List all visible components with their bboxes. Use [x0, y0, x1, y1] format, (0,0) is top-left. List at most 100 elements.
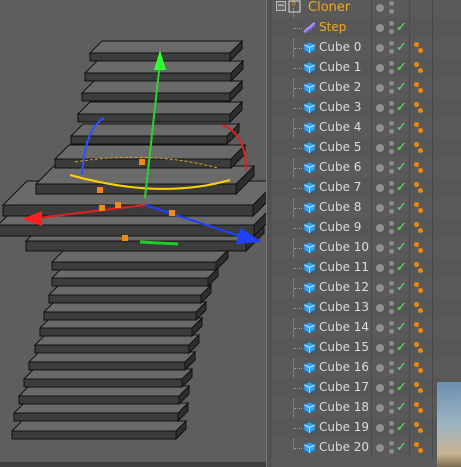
material-tag-icon[interactable] — [414, 262, 424, 274]
material-tag-icon[interactable] — [414, 162, 424, 174]
material-tag-icon[interactable] — [414, 42, 424, 54]
material-tag-icon[interactable] — [414, 422, 424, 434]
visibility-toggle[interactable] — [389, 420, 395, 436]
collapse-toggle[interactable]: − — [276, 1, 286, 11]
tree-item-step[interactable]: Step ✓ — [272, 18, 461, 38]
tree-item-cube[interactable]: Cube 10 ✓ — [272, 238, 461, 258]
tree-item-cube[interactable]: Cube 19 ✓ — [272, 418, 461, 438]
layer-dot[interactable] — [376, 124, 384, 132]
layer-dot[interactable] — [376, 424, 384, 432]
tree-item-cube[interactable]: Cube 16 ✓ — [272, 358, 461, 378]
enabled-checkmark[interactable]: ✓ — [396, 419, 407, 436]
layer-dot[interactable] — [376, 44, 384, 52]
visibility-toggle[interactable] — [389, 240, 395, 256]
material-tag-icon[interactable] — [414, 342, 424, 354]
enabled-checkmark[interactable]: ✓ — [396, 399, 407, 416]
enabled-checkmark[interactable]: ✓ — [396, 99, 407, 116]
3d-viewport[interactable] — [0, 0, 267, 462]
enabled-checkmark[interactable]: ✓ — [396, 79, 407, 96]
layer-dot[interactable] — [376, 104, 384, 112]
tree-item-cube[interactable]: Cube 3 ✓ — [272, 98, 461, 118]
layer-dot[interactable] — [376, 324, 384, 332]
material-tag-icon[interactable] — [414, 222, 424, 234]
enabled-checkmark[interactable]: ✓ — [396, 279, 407, 296]
enabled-checkmark[interactable]: ✓ — [396, 139, 407, 156]
visibility-toggle[interactable] — [389, 440, 395, 456]
layer-dot[interactable] — [376, 364, 384, 372]
enabled-checkmark[interactable]: ✓ — [396, 359, 407, 376]
visibility-toggle[interactable] — [389, 100, 395, 116]
tree-item-cube[interactable]: Cube 18 ✓ — [272, 398, 461, 418]
tree-item-cube[interactable]: Cube 13 ✓ — [272, 298, 461, 318]
visibility-toggle[interactable] — [389, 320, 395, 336]
tree-item-cube[interactable]: Cube 11 ✓ — [272, 258, 461, 278]
enabled-checkmark[interactable]: ✓ — [396, 299, 407, 316]
tree-item-cloner[interactable]: −0 Cloner — [272, 0, 461, 18]
enabled-checkmark[interactable]: ✓ — [396, 339, 407, 356]
material-tag-icon[interactable] — [414, 102, 424, 114]
layer-dot[interactable] — [376, 24, 384, 32]
layer-dot[interactable] — [376, 164, 384, 172]
enabled-checkmark[interactable]: ✓ — [396, 59, 407, 76]
visibility-toggle[interactable] — [389, 60, 395, 76]
visibility-toggle[interactable] — [389, 180, 395, 196]
material-tag-icon[interactable] — [414, 82, 424, 94]
layer-dot[interactable] — [376, 184, 384, 192]
visibility-toggle[interactable] — [389, 340, 395, 356]
visibility-toggle[interactable] — [389, 300, 395, 316]
visibility-toggle[interactable] — [389, 80, 395, 96]
tree-item-cube[interactable]: Cube 4 ✓ — [272, 118, 461, 138]
visibility-toggle[interactable] — [389, 140, 395, 156]
material-tag-icon[interactable] — [414, 62, 424, 74]
enabled-checkmark[interactable]: ✓ — [396, 219, 407, 236]
material-tag-icon[interactable] — [414, 122, 424, 134]
material-tag-icon[interactable] — [414, 302, 424, 314]
tree-item-cube[interactable]: Cube 12 ✓ — [272, 278, 461, 298]
enabled-checkmark[interactable]: ✓ — [396, 199, 407, 216]
visibility-toggle[interactable] — [389, 160, 395, 176]
enabled-checkmark[interactable]: ✓ — [396, 179, 407, 196]
visibility-toggle[interactable] — [389, 220, 395, 236]
visibility-toggle[interactable] — [389, 0, 395, 16]
layer-dot[interactable] — [376, 64, 384, 72]
material-preview-thumbnail[interactable] — [437, 382, 461, 467]
visibility-toggle[interactable] — [389, 120, 395, 136]
layer-dot[interactable] — [376, 244, 384, 252]
material-tag-icon[interactable] — [414, 202, 424, 214]
layer-dot[interactable] — [376, 144, 384, 152]
visibility-toggle[interactable] — [389, 260, 395, 276]
visibility-toggle[interactable] — [389, 20, 395, 36]
layer-dot[interactable] — [376, 304, 384, 312]
tree-item-cube[interactable]: Cube 2 ✓ — [272, 78, 461, 98]
layer-dot[interactable] — [376, 84, 384, 92]
layer-dot[interactable] — [376, 444, 384, 452]
tree-item-cube[interactable]: Cube 5 ✓ — [272, 138, 461, 158]
visibility-toggle[interactable] — [389, 380, 395, 396]
tree-item-cube[interactable]: Cube 15 ✓ — [272, 338, 461, 358]
visibility-toggle[interactable] — [389, 200, 395, 216]
material-tag-icon[interactable] — [414, 242, 424, 254]
tree-item-cube[interactable]: Cube 7 ✓ — [272, 178, 461, 198]
enabled-checkmark[interactable]: ✓ — [396, 439, 407, 456]
layer-dot[interactable] — [376, 224, 384, 232]
enabled-checkmark[interactable]: ✓ — [396, 379, 407, 396]
layer-dot[interactable] — [376, 404, 384, 412]
tree-item-cube[interactable]: Cube 17 ✓ — [272, 378, 461, 398]
material-tag-icon[interactable] — [414, 282, 424, 294]
visibility-toggle[interactable] — [389, 400, 395, 416]
enabled-checkmark[interactable]: ✓ — [396, 159, 407, 176]
layer-dot[interactable] — [376, 344, 384, 352]
layer-dot[interactable] — [376, 4, 384, 12]
material-tag-icon[interactable] — [414, 322, 424, 334]
enabled-checkmark[interactable]: ✓ — [396, 239, 407, 256]
material-tag-icon[interactable] — [414, 442, 424, 454]
tree-item-cube[interactable]: Cube 14 ✓ — [272, 318, 461, 338]
material-tag-icon[interactable] — [414, 362, 424, 374]
enabled-checkmark[interactable]: ✓ — [396, 259, 407, 276]
tree-item-cube[interactable]: Cube 20 ✓ — [272, 438, 461, 458]
enabled-checkmark[interactable]: ✓ — [396, 39, 407, 56]
tree-item-cube[interactable]: Cube 0 ✓ — [272, 38, 461, 58]
enabled-checkmark[interactable]: ✓ — [396, 119, 407, 136]
visibility-toggle[interactable] — [389, 40, 395, 56]
enabled-checkmark[interactable]: ✓ — [396, 319, 407, 336]
